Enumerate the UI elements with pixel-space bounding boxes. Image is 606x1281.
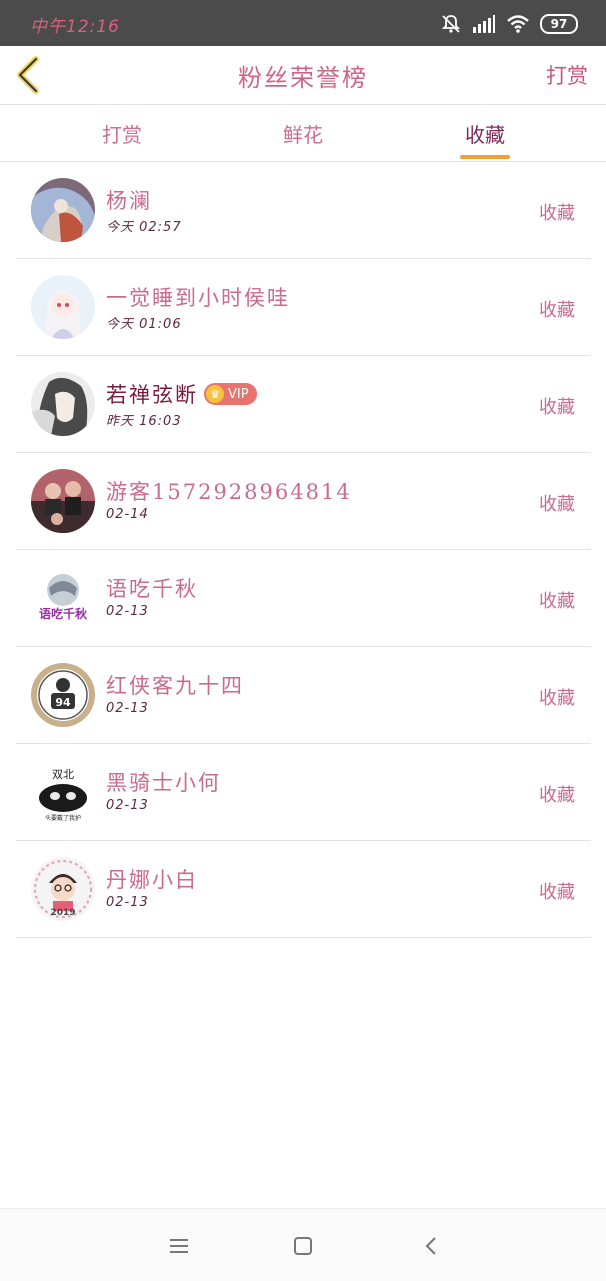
list-item[interactable]: 双北 头要戴了我护 黑骑士小何 02-13 收藏	[16, 744, 591, 841]
tab-flowers[interactable]: 鲜花	[253, 119, 353, 148]
avatar-image: 2019	[31, 857, 95, 921]
avatar[interactable]: 双北 头要戴了我护	[31, 760, 95, 824]
header-reward-button[interactable]: 打赏	[546, 60, 588, 90]
fan-action-label: 收藏	[539, 494, 575, 515]
fan-name[interactable]: 丹娜小白	[106, 864, 198, 894]
signal-icon	[473, 15, 495, 33]
avatar-text: 2019	[50, 908, 75, 918]
avatar-image	[31, 469, 95, 533]
back-nav-button[interactable]	[416, 1231, 446, 1261]
page-title: 粉丝荣誉榜	[238, 64, 368, 92]
status-icons: 97	[440, 12, 578, 36]
app-header: 粉丝荣誉榜 打赏	[0, 46, 606, 105]
list-item[interactable]: 杨澜 今天 02:57 收藏	[16, 162, 591, 259]
menu-button[interactable]	[164, 1231, 194, 1261]
active-tab-indicator	[460, 155, 510, 159]
avatar-text: 头要戴了我护	[45, 814, 81, 822]
avatar[interactable]: 94	[31, 663, 95, 727]
fan-action-label: 收藏	[539, 300, 575, 321]
fan-time: 02-13	[106, 798, 149, 813]
avatar-image: 94	[31, 663, 95, 727]
fan-list: 杨澜 今天 02:57 收藏 一觉睡到小时侯哇 今天 01:06 收藏 若禅弦断…	[16, 162, 591, 938]
avatar-image	[31, 178, 95, 242]
system-nav-bar	[0, 1208, 606, 1281]
tab-bar: 打赏 鲜花 收藏	[0, 105, 606, 162]
menu-icon	[170, 1239, 188, 1253]
fan-name[interactable]: 红侠客九十四	[106, 670, 244, 700]
avatar[interactable]: 2019	[31, 857, 95, 921]
list-item[interactable]: 2019 丹娜小白 02-13 收藏	[16, 841, 591, 938]
avatar-image: 双北 头要戴了我护	[31, 760, 95, 824]
list-item[interactable]: 游客1572928964814 02-14 收藏	[16, 453, 591, 550]
avatar-text: 94	[55, 696, 71, 709]
fan-time: 今天 02:57	[106, 220, 182, 235]
avatar[interactable]: 语吃千秋	[31, 566, 95, 630]
list-item[interactable]: 语吃千秋 语吃千秋 02-13 收藏	[16, 550, 591, 647]
fan-action-label: 收藏	[539, 882, 575, 903]
fan-name[interactable]: 语吃千秋	[106, 573, 198, 603]
wifi-icon	[507, 15, 529, 33]
fan-name[interactable]: 若禅弦断 ♛ VIP	[106, 379, 257, 409]
home-square-icon	[294, 1237, 312, 1255]
fan-name[interactable]: 游客1572928964814	[106, 476, 352, 506]
avatar-image	[31, 372, 95, 436]
fan-action-label: 收藏	[539, 203, 575, 224]
tab-reward[interactable]: 打赏	[72, 119, 172, 148]
avatar-image: 语吃千秋	[31, 566, 95, 630]
status-time: 中午12:16	[30, 17, 120, 37]
fan-time: 02-13	[106, 604, 149, 619]
mute-notification-icon	[441, 15, 461, 33]
fan-action-label: 收藏	[539, 785, 575, 806]
fan-name[interactable]: 一觉睡到小时侯哇	[106, 282, 290, 312]
fan-name[interactable]: 杨澜	[106, 185, 152, 215]
avatar-image	[31, 275, 95, 339]
avatar-text: 语吃千秋	[39, 606, 88, 621]
list-item[interactable]: 一觉睡到小时侯哇 今天 01:06 收藏	[16, 259, 591, 356]
home-button[interactable]	[288, 1231, 318, 1261]
chevron-left-icon	[425, 1237, 436, 1255]
list-item[interactable]: 94 红侠客九十四 02-13 收藏	[16, 647, 591, 744]
fan-action-label: 收藏	[539, 591, 575, 612]
fan-time: 02-13	[106, 701, 149, 716]
tab-favorites[interactable]: 收藏	[435, 119, 535, 148]
battery-indicator: 97	[540, 14, 578, 34]
avatar[interactable]	[31, 372, 95, 436]
avatar-text: 双北	[52, 768, 74, 781]
avatar[interactable]	[31, 275, 95, 339]
battery-level: 97	[550, 17, 568, 31]
fan-action-label: 收藏	[539, 688, 575, 709]
fan-time: 今天 01:06	[106, 317, 182, 332]
status-bar: 中午12:16 97	[0, 0, 606, 46]
list-item[interactable]: 若禅弦断 ♛ VIP 昨天 16:03 收藏	[16, 356, 591, 453]
fan-action-label: 收藏	[539, 397, 575, 418]
vip-badge: ♛ VIP	[204, 383, 257, 405]
avatar[interactable]	[31, 469, 95, 533]
fan-time: 昨天 16:03	[106, 414, 182, 429]
fan-time: 02-14	[106, 507, 149, 522]
crown-icon: ♛	[206, 385, 224, 403]
fan-time: 02-13	[106, 895, 149, 910]
avatar[interactable]	[31, 178, 95, 242]
fan-name[interactable]: 黑骑士小何	[106, 767, 221, 797]
